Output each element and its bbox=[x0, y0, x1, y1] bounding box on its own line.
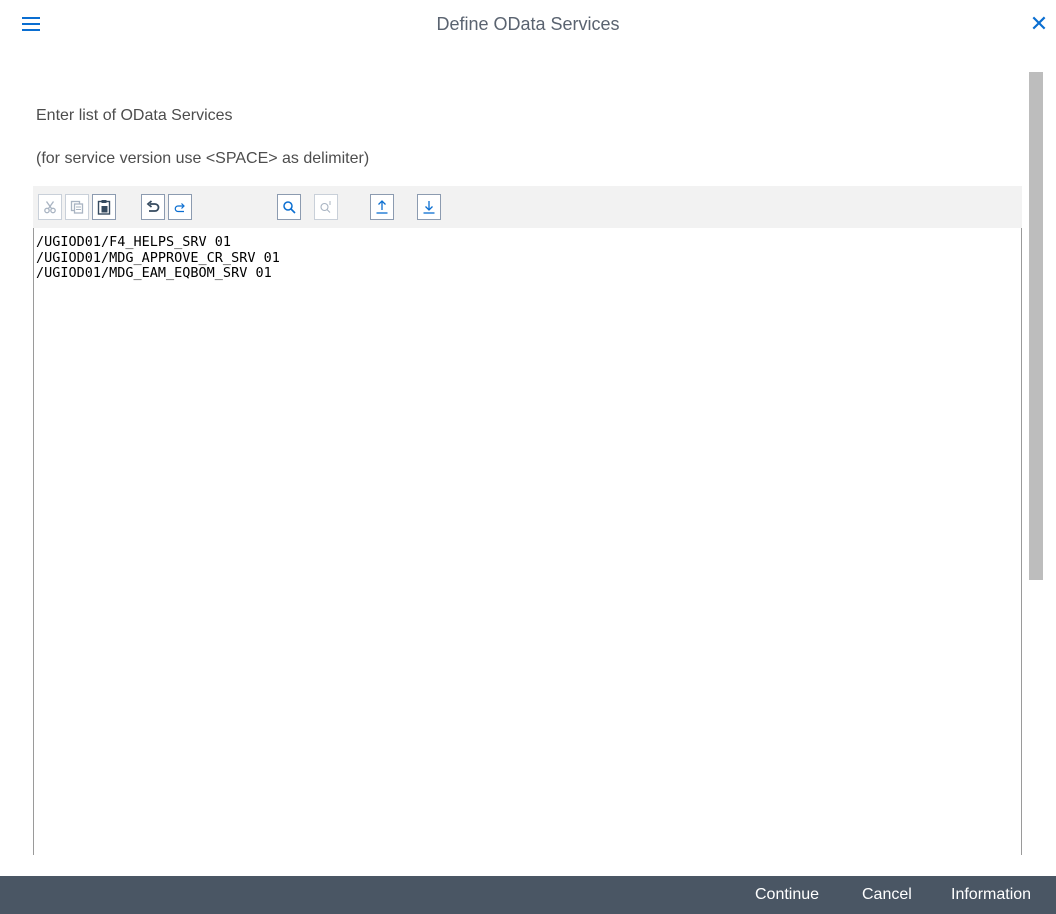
search-next-icon[interactable] bbox=[314, 194, 338, 220]
information-button[interactable]: Information bbox=[951, 886, 1031, 904]
cancel-button[interactable]: Cancel bbox=[862, 886, 912, 904]
dialog-title: Define OData Services bbox=[436, 14, 620, 34]
dialog-footer: Continue Cancel Information bbox=[0, 876, 1056, 914]
close-icon[interactable]: ✕ bbox=[1028, 12, 1050, 36]
dialog-header: Define OData Services ✕ bbox=[0, 0, 1056, 52]
undo-icon[interactable] bbox=[141, 194, 165, 220]
search-icon[interactable] bbox=[277, 194, 301, 220]
paste-icon[interactable] bbox=[92, 194, 116, 220]
redo-icon[interactable] bbox=[168, 194, 192, 220]
continue-button[interactable]: Continue bbox=[755, 886, 819, 904]
editor-line[interactable]: /UGIOD01/MDG_EAM_EQBOM_SRV 01 bbox=[34, 265, 280, 282]
instruction-label: Enter list of OData Services bbox=[36, 107, 233, 124]
editor-line[interactable]: /UGIOD01/F4_HELPS_SRV 01 bbox=[34, 234, 280, 251]
scrollbar-thumb[interactable] bbox=[1029, 72, 1043, 580]
services-text-editor[interactable]: /UGIOD01/F4_HELPS_SRV 01 /UGIOD01/MDG_AP… bbox=[33, 228, 1022, 855]
editor-lines: /UGIOD01/F4_HELPS_SRV 01 /UGIOD01/MDG_AP… bbox=[34, 234, 280, 282]
download-icon[interactable] bbox=[417, 194, 441, 220]
editor-line[interactable]: /UGIOD01/MDG_APPROVE_CR_SRV 01 bbox=[34, 250, 280, 267]
hint-label: (for service version use <SPACE> as deli… bbox=[36, 150, 370, 167]
upload-icon[interactable] bbox=[370, 194, 394, 220]
cut-icon[interactable] bbox=[38, 194, 62, 220]
editor-toolbar bbox=[33, 186, 1022, 228]
copy-icon[interactable] bbox=[65, 194, 89, 220]
